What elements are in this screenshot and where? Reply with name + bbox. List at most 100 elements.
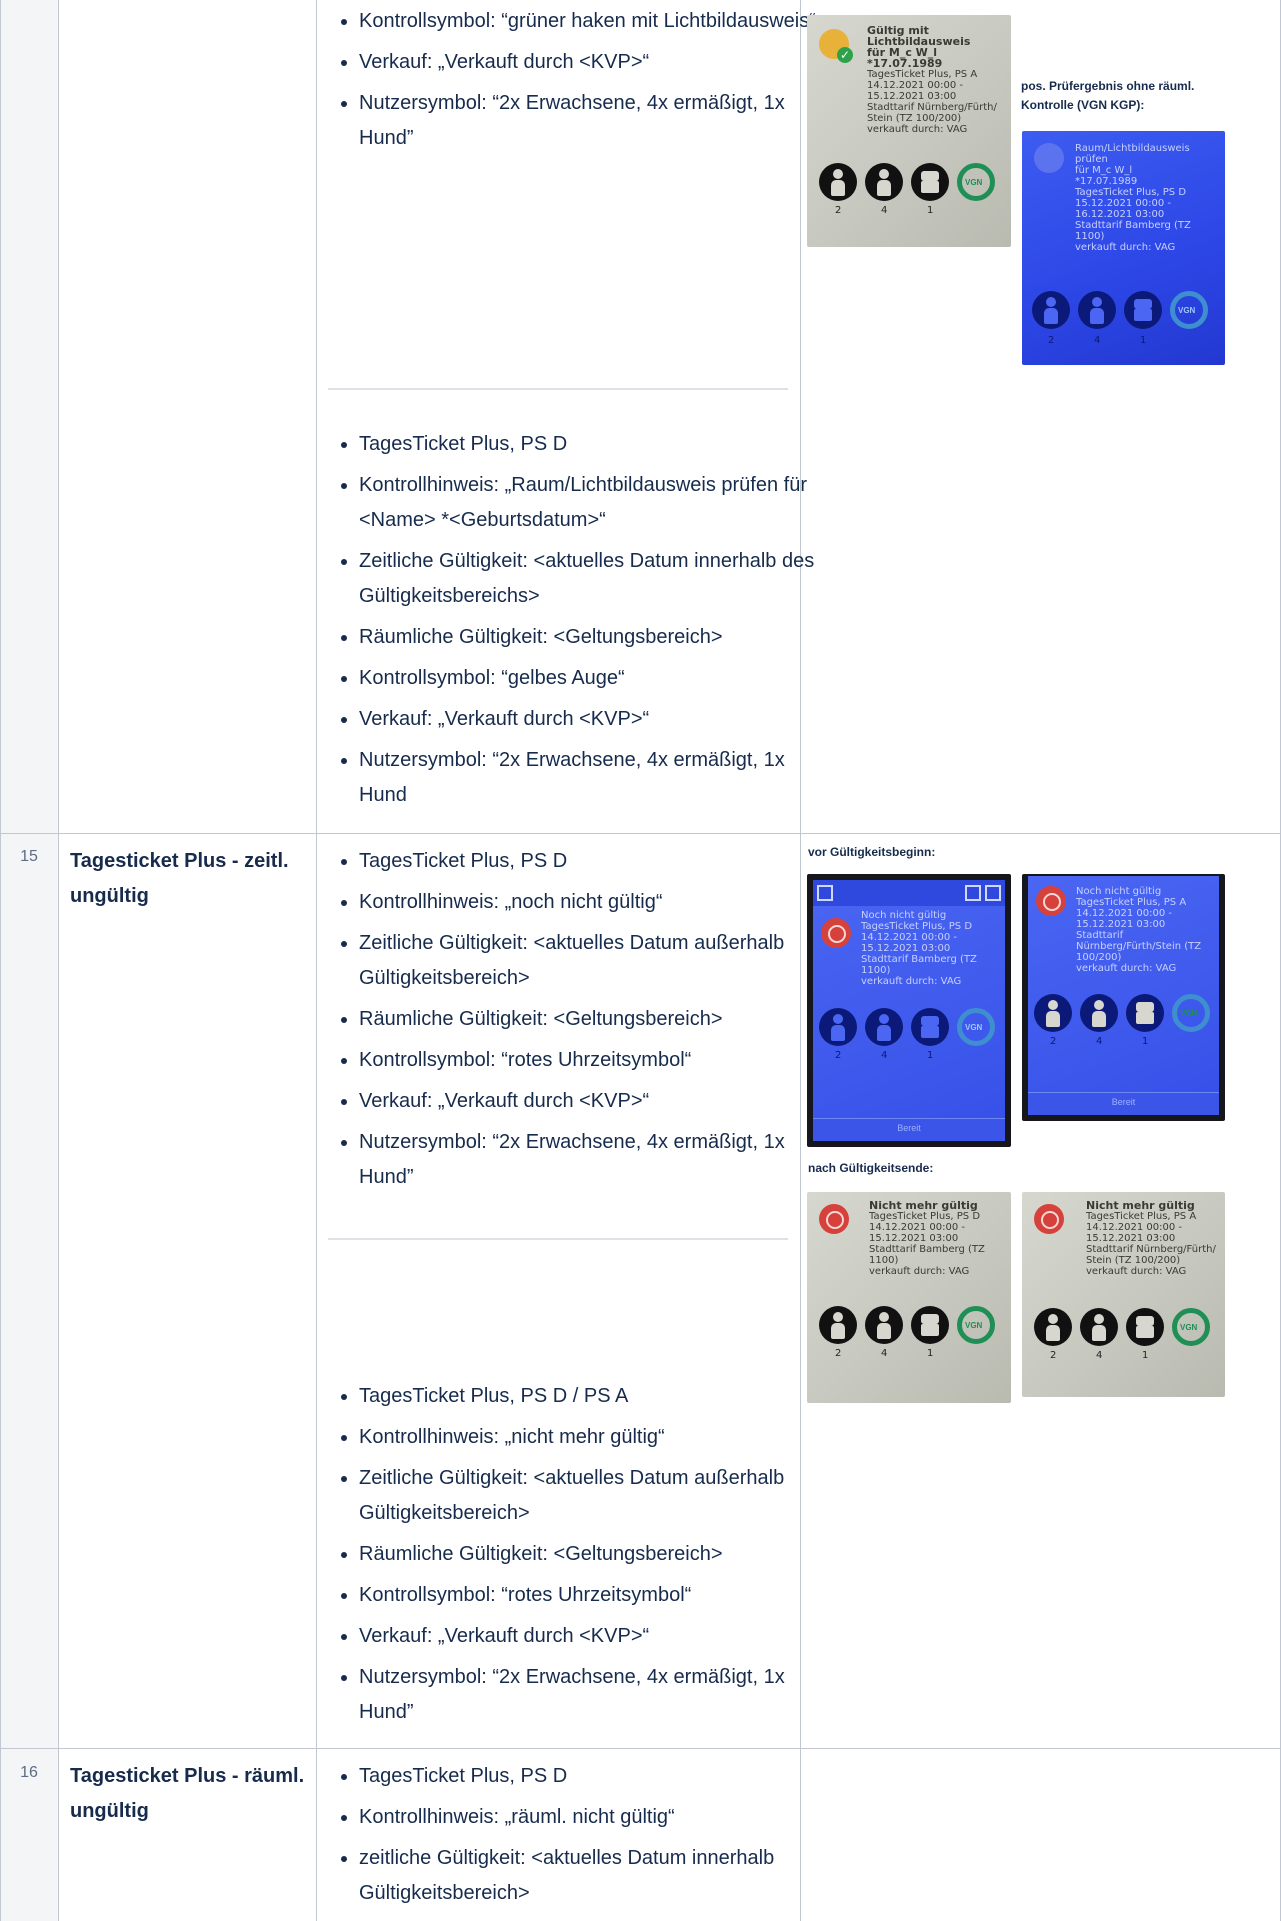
dog-count: 1: [1142, 1036, 1149, 1047]
screenshot-text: Nicht mehr gültig TagesTicket Plus, PS A…: [1086, 1199, 1216, 1277]
green-check-id-icon: [819, 29, 853, 63]
screenshot-text: Noch nicht gültig TagesTicket Plus, PS A…: [1076, 886, 1202, 974]
screenshot-not-yet-valid-psd: Noch nicht gültig TagesTicket Plus, PS D…: [807, 874, 1011, 1147]
adult-count: 2: [835, 205, 842, 216]
vgn-logo-icon: [957, 163, 995, 201]
caption-no-spatial-check: pos. Prüfergebnis ohne räuml. Kontrolle …: [1021, 79, 1195, 112]
dog-count: 1: [927, 205, 934, 216]
row-15-spec-b: TagesTicket Plus, PS D / PS A Kontrollhi…: [330, 1379, 819, 1736]
list-item: Verkauf: „Verkauft durch <KVP>“: [359, 45, 819, 80]
row-title-15: Tagesticket Plus - zeitl. ungültig: [70, 850, 289, 907]
list-item: TagesTicket Plus, PS D: [359, 427, 819, 462]
list-item: Kontrollsymbol: “grüner haken mit Lichtb…: [359, 4, 819, 39]
reduced-icon: [865, 1008, 903, 1046]
window-list-icon[interactable]: [965, 885, 981, 901]
dog-icon: [911, 163, 949, 201]
list-item: Nutzersymbol: “2x Erwachsene, 4x ermäßig…: [359, 86, 819, 156]
row-number-15: 15: [20, 848, 38, 865]
list-item: Räumliche Gültigkeit: <Geltungsbereich>: [359, 1002, 819, 1037]
reduced-count: 4: [881, 1348, 888, 1359]
adult-count: 2: [1050, 1350, 1057, 1361]
screenshot-text: Raum/Lichtbildausweis prüfen für M_c W_l…: [1075, 143, 1191, 253]
dog-icon: [1126, 1308, 1164, 1346]
adult-icon: [1034, 1308, 1072, 1346]
reduced-icon: [865, 1306, 903, 1344]
window-close-icon[interactable]: [985, 885, 1001, 901]
red-clock-icon: [1036, 886, 1066, 916]
reduced-count: 4: [1094, 335, 1101, 346]
list-item: zeitliche Gültigkeit: <aktuelles Datum i…: [359, 1841, 819, 1911]
list-item: Nutzersymbol: “2x Erwachsene, 4x ermäßig…: [359, 743, 819, 813]
red-clock-icon: [1034, 1204, 1064, 1234]
list-item: Kontrollhinweis: „räuml. nicht gültig“: [359, 1800, 819, 1835]
list-item: TagesTicket Plus, PS D: [359, 844, 819, 879]
table-border-left: [0, 0, 1, 1921]
list-item: TagesTicket Plus, PS D: [359, 1759, 819, 1794]
screenshot-not-yet-valid-psa: Noch nicht gültig TagesTicket Plus, PS A…: [1022, 874, 1225, 1121]
list-item: Kontrollsymbol: “rotes Uhrzeitsymbol“: [359, 1578, 819, 1613]
spec-table-page: Kontrollsymbol: “grüner haken mit Lichtb…: [0, 0, 1281, 1921]
adult-count: 2: [835, 1348, 842, 1359]
list-item: Kontrollhinweis: „nicht mehr gültig“: [359, 1420, 819, 1455]
yellow-eye-icon: [1034, 143, 1064, 173]
dog-count: 1: [1142, 1350, 1149, 1361]
status-bar: Bereit: [1028, 1092, 1219, 1115]
row-16-spec-a: TagesTicket Plus, PS D Kontrollhinweis: …: [330, 1759, 819, 1917]
row-14-spec-b: TagesTicket Plus, PS D Kontrollhinweis: …: [330, 427, 819, 819]
passenger-icons: [1034, 1308, 1219, 1348]
vgn-logo-icon: [1172, 1308, 1210, 1346]
list-item: Kontrollhinweis: „noch nicht gültig“: [359, 885, 819, 920]
adult-count: 2: [1050, 1036, 1057, 1047]
row-number-16: 16: [20, 1764, 38, 1781]
dog-icon: [1126, 994, 1164, 1032]
adult-icon: [1032, 291, 1070, 329]
window-titlebar: [813, 880, 1005, 906]
list-item: Nutzersymbol: “2x Erwachsene, 4x ermäßig…: [359, 1660, 819, 1730]
row-15-separator: [328, 1238, 788, 1240]
reduced-count: 4: [881, 1050, 888, 1061]
row-divider-15: [0, 833, 1281, 834]
list-item: Zeitliche Gültigkeit: <aktuelles Datum i…: [359, 544, 819, 614]
list-item: Räumliche Gültigkeit: <Geltungsbereich>: [359, 620, 819, 655]
passenger-icons: [1034, 994, 1219, 1034]
dog-icon: [911, 1306, 949, 1344]
row-15-spec-a: TagesTicket Plus, PS D Kontrollhinweis: …: [330, 844, 819, 1201]
adult-icon: [819, 163, 857, 201]
column-divider-1: [58, 0, 59, 1921]
list-item: Zeitliche Gültigkeit: <aktuelles Datum a…: [359, 926, 819, 996]
reduced-count: 4: [1096, 1036, 1103, 1047]
list-item: Kontrollsymbol: “gelbes Auge“: [359, 661, 819, 696]
reduced-count: 4: [881, 205, 888, 216]
reduced-icon: [1078, 291, 1116, 329]
passenger-icons: [1032, 291, 1217, 331]
caption-before-validity: vor Gültigkeitsbeginn:: [808, 845, 936, 859]
column-divider-2: [316, 0, 317, 1921]
vgn-logo-icon: [1172, 994, 1210, 1032]
passenger-icons: [819, 163, 1004, 203]
reduced-count: 4: [1096, 1350, 1103, 1361]
window-menu-icon[interactable]: [817, 885, 833, 901]
red-clock-icon: [821, 918, 851, 948]
screenshot-valid-photo-id: Gültig mit Lichtbildausweis für M_c W_l …: [807, 15, 1011, 247]
list-item: Verkauf: „Verkauft durch <KVP>“: [359, 1084, 819, 1119]
list-item: Kontrollhinweis: „Raum/Lichtbildausweis …: [359, 468, 819, 538]
vgn-logo-icon: [1170, 291, 1208, 329]
vgn-logo-icon: [957, 1008, 995, 1046]
adult-count: 2: [835, 1050, 842, 1061]
screenshot-text: Nicht mehr gültig TagesTicket Plus, PS D…: [869, 1199, 985, 1277]
list-item: Verkauf: „Verkauft durch <KVP>“: [359, 1619, 819, 1654]
adult-icon: [1034, 994, 1072, 1032]
vgn-logo-icon: [957, 1306, 995, 1344]
screenshot-check-area-photo-id: Raum/Lichtbildausweis prüfen für M_c W_l…: [1022, 131, 1225, 365]
number-column-bg: [0, 0, 58, 1921]
row-14-separator: [328, 388, 788, 390]
adult-icon: [819, 1008, 857, 1046]
reduced-icon: [865, 163, 903, 201]
list-item: Zeitliche Gültigkeit: <aktuelles Datum a…: [359, 1461, 819, 1531]
dog-count: 1: [927, 1348, 934, 1359]
list-item: Verkauf: „Verkauft durch <KVP>“: [359, 702, 819, 737]
adult-icon: [819, 1306, 857, 1344]
dog-icon: [911, 1008, 949, 1046]
passenger-icons: [819, 1008, 1004, 1048]
status-text: Bereit: [897, 1123, 921, 1133]
